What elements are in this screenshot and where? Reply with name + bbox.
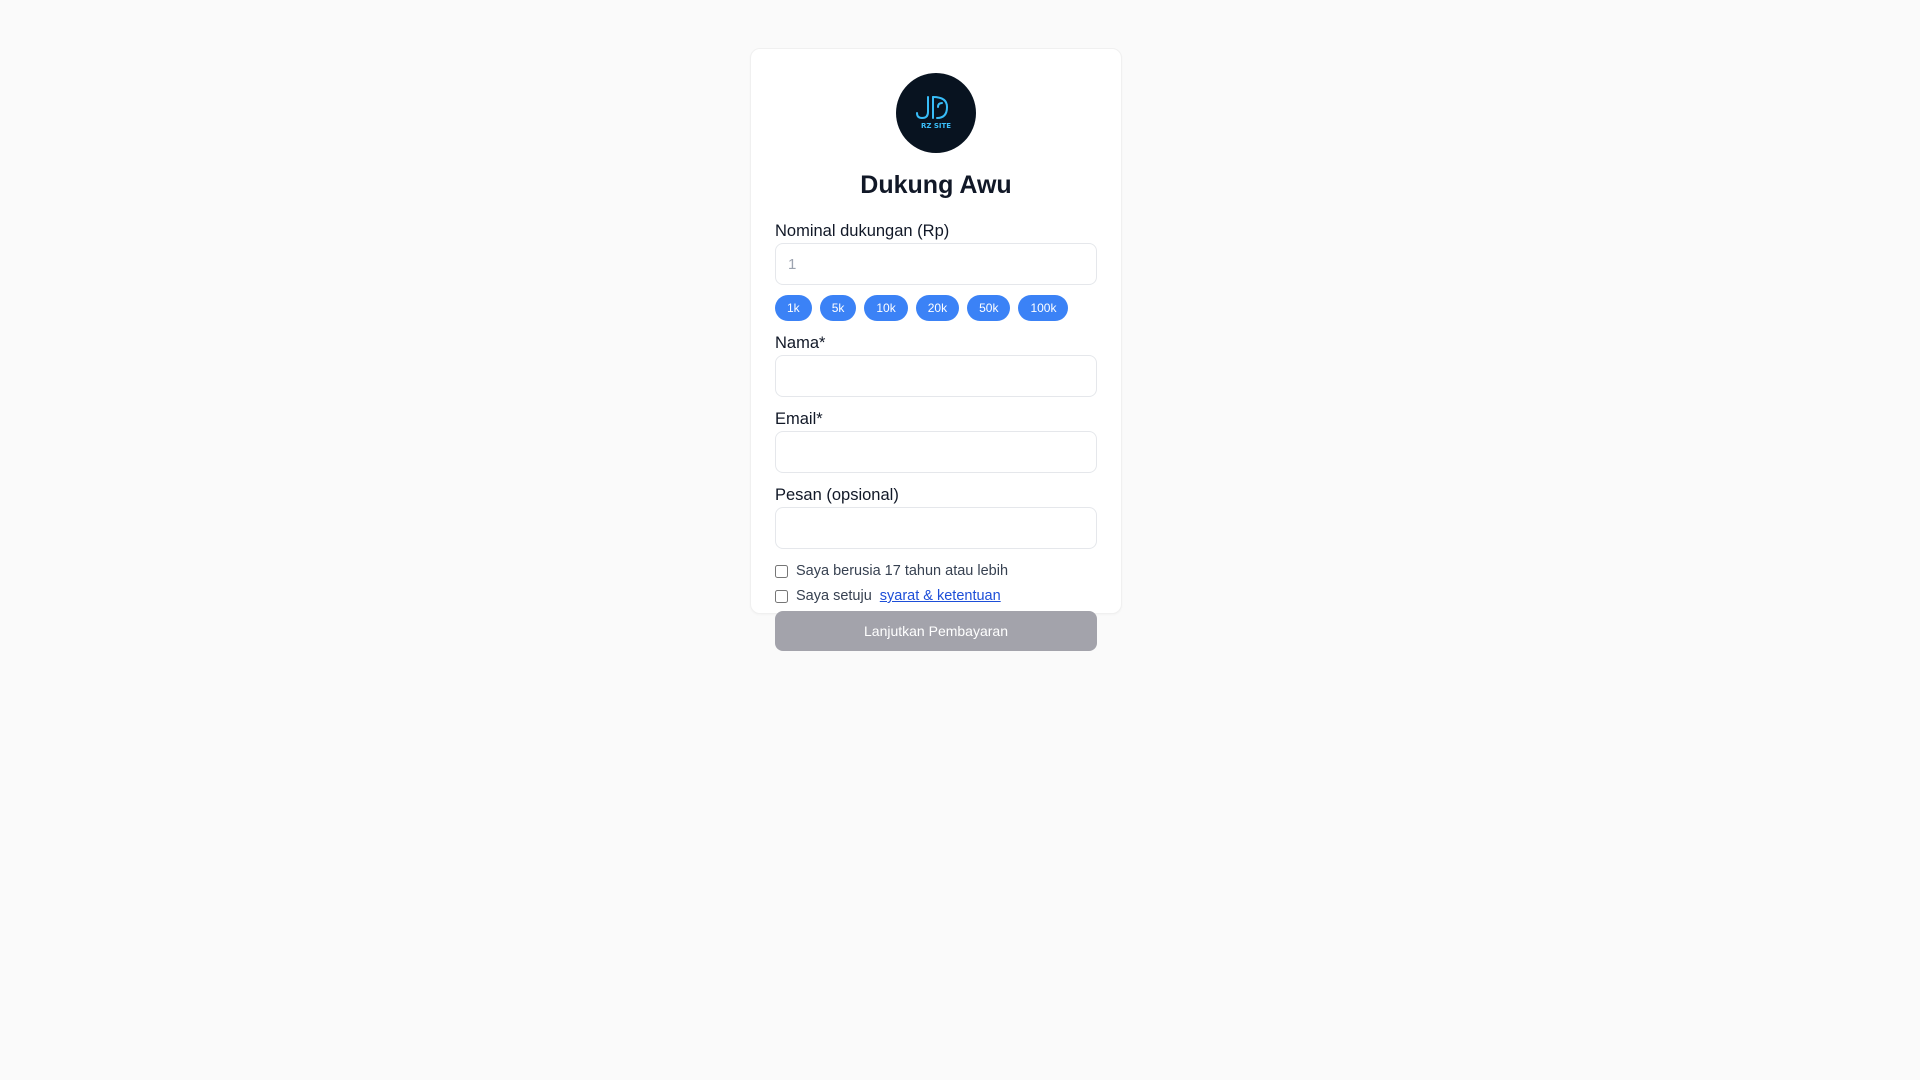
continue-payment-button[interactable]: Lanjutkan Pembayaran — [775, 611, 1097, 651]
preset-chip-100k[interactable]: 100k — [1018, 295, 1069, 321]
amount-label: Nominal dukungan (Rp) — [775, 222, 950, 240]
message-field-group: Pesan (opsional) — [775, 485, 1097, 549]
preset-chip-5k[interactable]: 5k — [819, 295, 857, 321]
name-input[interactable] — [775, 355, 1097, 397]
terms-check-row: Saya setuju syarat & ketentuan — [775, 586, 1097, 606]
rz-site-logo-icon: RZ SITE — [916, 96, 951, 130]
preset-chip-1k[interactable]: 1k — [775, 295, 812, 321]
page-title: Dukung Awu — [860, 171, 1012, 199]
logo-text: RZ SITE — [921, 122, 951, 130]
support-card: RZ SITE Dukung Awu Nominal dukungan (Rp)… — [750, 48, 1122, 651]
terms-checkbox[interactable] — [775, 589, 788, 603]
amount-input[interactable] — [775, 243, 1097, 285]
terms-link[interactable]: syarat & ketentuan — [880, 588, 1001, 604]
name-field-group: Nama* — [775, 333, 1097, 397]
email-label: Email* — [775, 410, 823, 428]
age-check-label: Saya berusia 17 tahun atau lebih — [796, 563, 1009, 579]
amount-preset-chips: 1k 5k 10k 20k 50k 100k — [775, 295, 1097, 321]
rz-site-logo: RZ SITE — [896, 73, 976, 153]
amount-field-group: Nominal dukungan (Rp) — [775, 221, 1097, 285]
preset-chip-10k[interactable]: 10k — [864, 295, 908, 321]
age-checkbox[interactable] — [775, 564, 788, 578]
message-label: Pesan (opsional) — [775, 486, 899, 504]
terms-check-label: Saya setuju — [796, 588, 872, 604]
age-check-row: Saya berusia 17 tahun atau lebih — [775, 561, 1097, 581]
preset-chip-20k[interactable]: 20k — [915, 295, 960, 321]
preset-chip-50k[interactable]: 50k — [967, 295, 1011, 321]
email-field-group: Email* — [775, 409, 1097, 473]
email-input[interactable] — [775, 431, 1097, 473]
name-label: Nama* — [775, 334, 826, 352]
message-input[interactable] — [775, 507, 1097, 549]
